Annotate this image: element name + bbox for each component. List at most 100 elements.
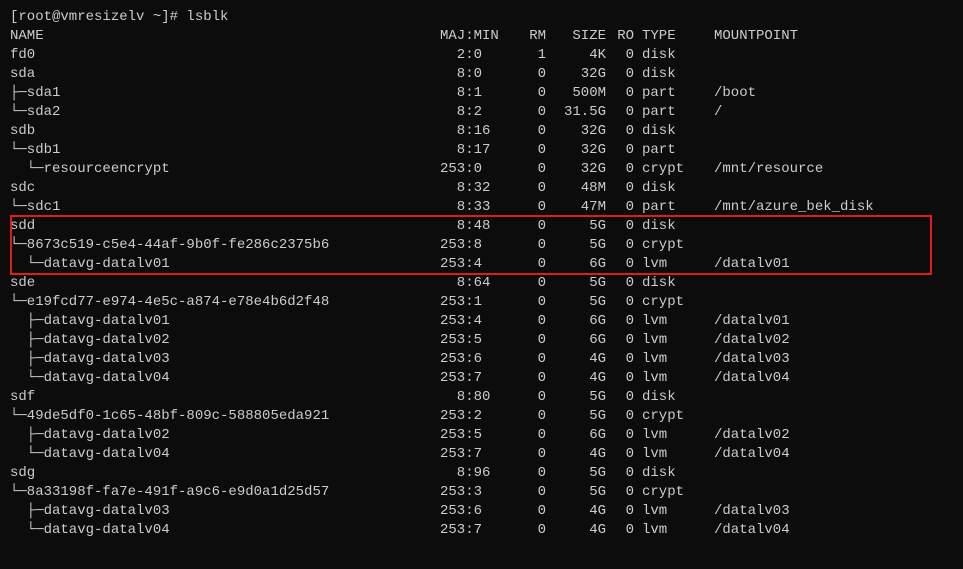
cell-mountpoint	[702, 46, 714, 65]
cell-rm: 0	[512, 312, 546, 331]
cell-type: lvm	[634, 255, 702, 274]
cell-majmin: 8:33	[440, 198, 512, 217]
cell-type: lvm	[634, 350, 702, 369]
col-name: NAME	[10, 27, 440, 46]
cell-type: crypt	[634, 293, 702, 312]
cell-ro: 0	[606, 103, 634, 122]
cell-name: ├─datavg-datalv02	[10, 426, 440, 445]
lsblk-row: fd0 2:014K0disk	[10, 46, 953, 65]
cell-rm: 0	[512, 502, 546, 521]
lsblk-row: └─sdb1 8:17032G0part	[10, 141, 953, 160]
cell-type: disk	[634, 464, 702, 483]
cell-type: disk	[634, 46, 702, 65]
cell-type: disk	[634, 65, 702, 84]
cell-name: └─datavg-datalv04	[10, 445, 440, 464]
cell-size: 32G	[546, 122, 606, 141]
lsblk-row: sde 8:6405G0disk	[10, 274, 953, 293]
cell-name: └─resourceencrypt	[10, 160, 440, 179]
cell-size: 4G	[546, 369, 606, 388]
cell-majmin: 8:0	[440, 65, 512, 84]
cell-type: disk	[634, 274, 702, 293]
cell-ro: 0	[606, 179, 634, 198]
cell-name: sdc	[10, 179, 440, 198]
cell-size: 4G	[546, 445, 606, 464]
col-majmin: MAJ:MIN	[440, 27, 512, 46]
cell-size: 6G	[546, 426, 606, 445]
prompt-text: [root@vmresizelv ~]# lsblk	[10, 8, 228, 27]
lsblk-row: └─datavg-datalv01253:406G0lvm/datalv01	[10, 255, 953, 274]
cell-name: sdf	[10, 388, 440, 407]
cell-size: 32G	[546, 160, 606, 179]
cell-rm: 0	[512, 103, 546, 122]
cell-rm: 0	[512, 331, 546, 350]
cell-ro: 0	[606, 65, 634, 84]
cell-majmin: 8:64	[440, 274, 512, 293]
cell-ro: 0	[606, 141, 634, 160]
cell-rm: 0	[512, 483, 546, 502]
col-size: SIZE	[546, 27, 606, 46]
cell-size: 6G	[546, 312, 606, 331]
cell-name: └─8a33198f-fa7e-491f-a9c6-e9d0a1d25d57	[10, 483, 440, 502]
cell-name: ├─datavg-datalv02	[10, 331, 440, 350]
cell-ro: 0	[606, 122, 634, 141]
lsblk-row: sda 8:0032G0disk	[10, 65, 953, 84]
cell-ro: 0	[606, 312, 634, 331]
cell-majmin: 253:7	[440, 521, 512, 540]
cell-ro: 0	[606, 255, 634, 274]
cell-ro: 0	[606, 369, 634, 388]
cell-size: 5G	[546, 274, 606, 293]
cell-mountpoint: /datalv04	[702, 521, 790, 540]
cell-type: lvm	[634, 426, 702, 445]
cell-ro: 0	[606, 46, 634, 65]
lsblk-row: └─datavg-datalv04253:704G0lvm/datalv04	[10, 521, 953, 540]
cell-name: fd0	[10, 46, 440, 65]
cell-mountpoint	[702, 483, 714, 502]
cell-rm: 0	[512, 274, 546, 293]
cell-type: lvm	[634, 331, 702, 350]
lsblk-row: └─sdc1 8:33047M0part/mnt/azure_bek_disk	[10, 198, 953, 217]
cell-ro: 0	[606, 293, 634, 312]
cell-size: 5G	[546, 388, 606, 407]
cell-name: └─49de5df0-1c65-48bf-809c-588805eda921	[10, 407, 440, 426]
cell-size: 32G	[546, 65, 606, 84]
lsblk-row: └─e19fcd77-e974-4e5c-a874-e78e4b6d2f4825…	[10, 293, 953, 312]
cell-ro: 0	[606, 445, 634, 464]
cell-ro: 0	[606, 274, 634, 293]
cell-type: lvm	[634, 445, 702, 464]
cell-size: 4G	[546, 521, 606, 540]
cell-type: part	[634, 84, 702, 103]
cell-name: ├─datavg-datalv01	[10, 312, 440, 331]
cell-name: ├─datavg-datalv03	[10, 350, 440, 369]
cell-type: crypt	[634, 483, 702, 502]
cell-rm: 0	[512, 65, 546, 84]
cell-ro: 0	[606, 160, 634, 179]
cell-majmin: 253:5	[440, 331, 512, 350]
cell-majmin: 253:4	[440, 312, 512, 331]
cell-majmin: 253:6	[440, 350, 512, 369]
cell-mountpoint: /datalv01	[702, 312, 790, 331]
cell-rm: 0	[512, 198, 546, 217]
cell-rm: 0	[512, 141, 546, 160]
cell-ro: 0	[606, 464, 634, 483]
cell-mountpoint: /datalv01	[702, 255, 790, 274]
cell-size: 5G	[546, 217, 606, 236]
cell-ro: 0	[606, 350, 634, 369]
cell-size: 5G	[546, 407, 606, 426]
cell-majmin: 253:4	[440, 255, 512, 274]
cell-majmin: 253:6	[440, 502, 512, 521]
cell-ro: 0	[606, 407, 634, 426]
cell-majmin: 8:32	[440, 179, 512, 198]
cell-ro: 0	[606, 84, 634, 103]
lsblk-row: sdc 8:32048M0disk	[10, 179, 953, 198]
cell-rm: 0	[512, 236, 546, 255]
cell-size: 31.5G	[546, 103, 606, 122]
cell-type: lvm	[634, 521, 702, 540]
cell-mountpoint	[702, 388, 714, 407]
cell-mountpoint: /mnt/azure_bek_disk	[702, 198, 874, 217]
cell-mountpoint	[702, 274, 714, 293]
cell-majmin: 253:5	[440, 426, 512, 445]
cell-ro: 0	[606, 388, 634, 407]
cell-ro: 0	[606, 483, 634, 502]
cell-size: 500M	[546, 84, 606, 103]
cell-type: disk	[634, 388, 702, 407]
